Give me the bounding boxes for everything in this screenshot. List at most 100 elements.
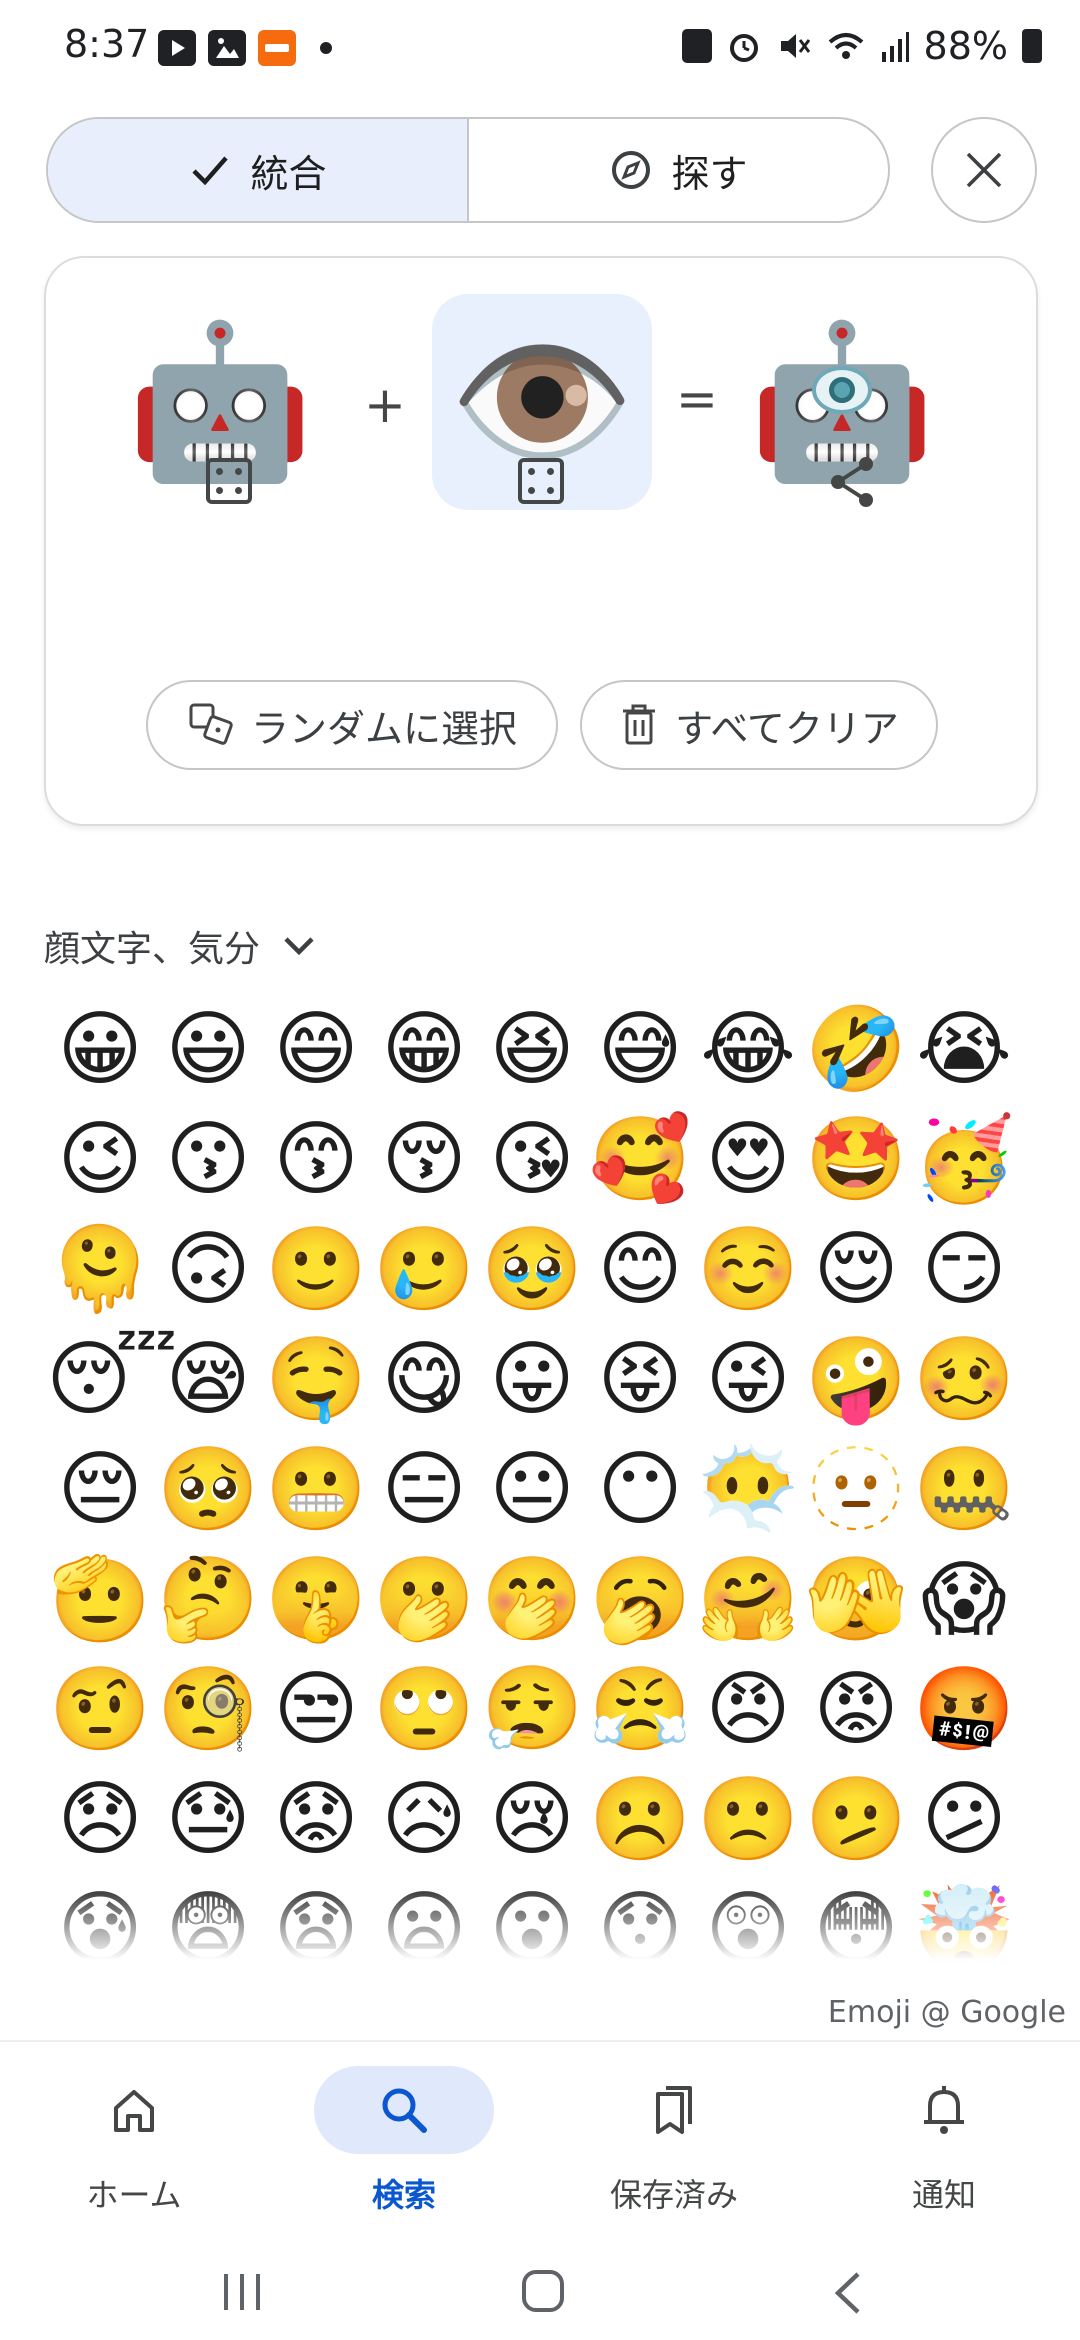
emoji-cell[interactable]: 🤔 [154,1545,262,1655]
tab-browse[interactable]: 探す [469,119,888,221]
temu-icon [258,30,296,66]
emoji-cell[interactable]: 😗 [154,1105,262,1215]
emoji-cell[interactable]: 🤨 [46,1655,154,1765]
tab-mix-label: 統合 [250,151,327,196]
emoji-cell[interactable]: 🫣 [802,1545,910,1655]
emoji-cell[interactable]: 🙄 [370,1655,478,1765]
emoji-cell[interactable]: 🫡 [46,1545,154,1655]
emoji-cell[interactable]: 🤬 [910,1655,1018,1765]
emoji-cell[interactable]: 😞 [46,1765,154,1875]
emoji-cell[interactable]: 😁 [370,995,478,1105]
emoji-cell[interactable]: 😉 [46,1105,154,1215]
emoji-cell[interactable]: 😆 [478,995,586,1105]
emoji-cell[interactable]: 🥹 [478,1215,586,1325]
emoji-cell[interactable]: 😄 [262,995,370,1105]
emoji-cell[interactable]: 😮‍💨 [478,1655,586,1765]
random-select-button[interactable]: ランダムに選択 [146,680,558,770]
emoji-cell[interactable]: 😡 [802,1655,910,1765]
emoji-cell[interactable]: 😜 [694,1325,802,1435]
compass-icon [612,151,651,189]
emoji-cell[interactable]: 😪 [154,1325,262,1435]
emoji-cell[interactable]: 😶‍🌫️ [694,1435,802,1545]
dot-icon [320,42,332,54]
emoji-cell[interactable]: 🤤 [262,1325,370,1435]
emoji-cell[interactable]: 😶 [586,1435,694,1545]
emoji-cell[interactable]: 🤣 [802,995,910,1105]
share-icon[interactable] [824,454,880,510]
emoji-cell[interactable]: 😤 [586,1655,694,1765]
close-icon [966,152,1002,188]
emoji-cell[interactable]: 😴 [46,1325,178,1435]
emoji-cell[interactable]: 😬 [262,1435,370,1545]
emoji-cell[interactable]: 🤪 [802,1325,910,1435]
nav-saved-label: 保存済み [609,2176,738,2214]
emoji-cell[interactable]: 🤫 [262,1545,370,1655]
emoji-cell[interactable]: 🥳 [910,1105,1018,1215]
nav-saved[interactable]: 保存済み [574,2066,774,2216]
emoji-cell[interactable]: 🤗 [694,1545,802,1655]
emoji-cell[interactable]: 😢 [478,1765,586,1875]
home-button-icon[interactable] [520,2268,566,2314]
alarm-icon [729,34,758,62]
emoji-cell[interactable]: 🤐 [910,1435,1018,1545]
nav-home[interactable]: ホーム [34,2066,234,2216]
notification-icons [158,30,332,66]
emoji-cell[interactable]: 🥴 [910,1325,1018,1435]
emoji-cell[interactable]: 😀 [46,995,154,1105]
nav-notifications[interactable]: 通知 [844,2066,1044,2216]
bottom-navigation: ホーム 検索 保存済み 通知 [0,2040,1080,2230]
tab-mix[interactable]: 統合 [48,119,469,221]
category-dropdown[interactable]: 顔文字、気分 [44,920,316,972]
emoji-cell[interactable]: 🥲 [370,1215,478,1325]
emoji-cell[interactable]: 🫤 [802,1765,910,1875]
emoji-cell[interactable]: ☹️ [586,1765,694,1875]
emoji-cell[interactable]: 😭 [910,995,1018,1105]
right-dice-icon[interactable] [518,458,564,504]
emoji-cell[interactable]: 🫢 [370,1545,478,1655]
emoji-cell[interactable]: 😠 [694,1655,802,1765]
emoji-cell[interactable]: 😍 [694,1105,802,1215]
right-emoji: 👁️ [448,315,636,489]
emoji-cell[interactable]: 🥺 [154,1435,262,1545]
emoji-cell[interactable]: 😓 [154,1765,262,1875]
emoji-cell[interactable]: 🫥 [802,1435,910,1545]
emoji-cell[interactable]: 🤩 [802,1105,910,1215]
back-icon[interactable] [830,2270,866,2316]
emoji-cell[interactable]: 🙃 [154,1215,262,1325]
emoji-cell[interactable]: 🥱 [586,1545,694,1655]
emoji-cell[interactable]: 😑 [370,1435,478,1545]
emoji-cell[interactable]: 😚 [370,1105,478,1215]
emoji-cell[interactable]: 🧐 [154,1655,262,1765]
emoji-cell[interactable]: 😃 [154,995,262,1105]
emoji-cell[interactable]: 😊 [586,1215,694,1325]
emoji-cell[interactable]: 🙂 [262,1215,370,1325]
emoji-cell[interactable]: 😝 [586,1325,694,1435]
emoji-cell[interactable]: 😔 [46,1435,154,1545]
emoji-cell[interactable]: 🥰 [586,1105,694,1215]
emoji-cell[interactable]: 🫠 [46,1215,154,1325]
emoji-cell[interactable]: 😅 [586,995,694,1105]
system-icons: 88% [681,24,1042,68]
left-emoji: 🤖 [126,315,314,489]
emoji-cell[interactable]: ☺️ [694,1215,802,1325]
emoji-cell[interactable]: 😐 [478,1435,586,1545]
emoji-cell[interactable]: 🙁 [694,1765,802,1875]
emoji-cell[interactable]: 🤭 [478,1545,586,1655]
close-button[interactable] [931,117,1037,223]
nav-search[interactable]: 検索 [304,2066,504,2216]
emoji-cell[interactable]: 😒 [262,1655,370,1765]
recent-apps-icon[interactable] [220,2270,264,2314]
emoji-cell[interactable]: 😌 [802,1215,910,1325]
emoji-cell[interactable]: 😟 [262,1765,370,1875]
emoji-cell[interactable]: 😙 [262,1105,370,1215]
emoji-cell[interactable]: 😕 [910,1765,1018,1875]
left-dice-icon[interactable] [206,458,252,504]
emoji-cell[interactable]: 😥 [370,1765,478,1875]
clear-all-button[interactable]: すべてクリア [580,680,938,770]
emoji-cell[interactable]: 😛 [478,1325,586,1435]
emoji-cell[interactable]: 😏 [910,1215,1018,1325]
emoji-cell[interactable]: 😂 [694,995,802,1105]
emoji-cell[interactable]: 😋 [370,1325,478,1435]
emoji-cell[interactable]: 😱 [910,1545,1018,1655]
emoji-cell[interactable]: 😘 [478,1105,586,1215]
